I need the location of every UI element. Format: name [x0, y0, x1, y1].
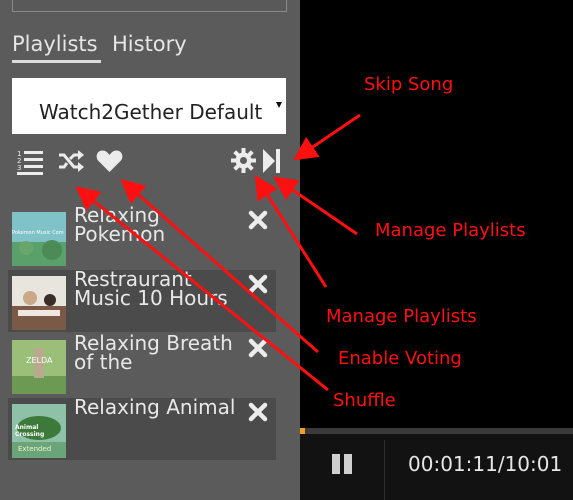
annotation-arrows: [75, 113, 361, 392]
annotation-manage-playlists: Manage Playlists: [326, 306, 477, 327]
annotation-shuffle: Shuffle: [333, 390, 396, 411]
annotation-manage-playlists: Manage Playlists: [375, 220, 526, 241]
annotation-skip-song: Skip Song: [364, 74, 454, 95]
annotation-enable-voting: Enable Voting: [338, 348, 462, 369]
